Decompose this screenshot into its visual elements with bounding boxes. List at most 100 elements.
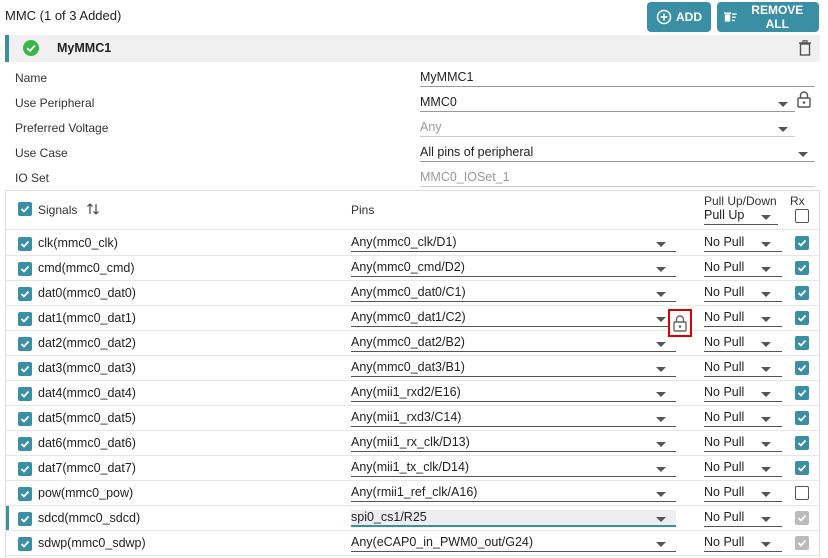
rx-checkbox[interactable] bbox=[795, 311, 809, 325]
signal-checkbox[interactable] bbox=[18, 237, 32, 251]
add-button[interactable]: ADD bbox=[647, 2, 711, 32]
pin-select[interactable]: Any(rmii1_ref_clk/A16) bbox=[351, 485, 676, 502]
signal-name: sdwp(mmc0_sdwp) bbox=[38, 536, 146, 550]
pin-select[interactable]: Any(mii1_rxd2/E16) bbox=[351, 385, 676, 402]
rx-checkbox[interactable] bbox=[795, 261, 809, 275]
chevron-down-icon bbox=[656, 467, 666, 472]
use-case-label: Use Case bbox=[15, 146, 68, 160]
chevron-down-icon bbox=[761, 417, 771, 422]
panel-header: MMC (1 of 3 Added) ADD REMOVE ALL bbox=[0, 0, 828, 32]
chevron-down-icon bbox=[761, 367, 771, 372]
rx-checkbox[interactable] bbox=[795, 486, 809, 500]
rx-checkbox[interactable] bbox=[795, 436, 809, 450]
chevron-down-icon bbox=[761, 517, 771, 522]
signal-checkbox[interactable] bbox=[18, 462, 32, 476]
pin-select[interactable]: Any(mmc0_cmd/D2) bbox=[351, 260, 676, 277]
rx-checkbox[interactable] bbox=[795, 386, 809, 400]
lock-icon[interactable] bbox=[797, 91, 811, 108]
pin-select[interactable]: Any(mii1_rx_clk/D13) bbox=[351, 435, 676, 452]
row-active-indicator bbox=[6, 506, 9, 531]
rx-checkbox[interactable] bbox=[795, 336, 809, 350]
rx-header: Rx bbox=[790, 194, 805, 208]
pin-select[interactable]: Any(mii1_tx_clk/D14) bbox=[351, 460, 676, 477]
chevron-down-icon bbox=[761, 267, 771, 272]
select-all-checkbox[interactable] bbox=[18, 202, 32, 216]
header-divider bbox=[6, 229, 819, 230]
pin-select[interactable]: Any(mii1_rxd3/C14) bbox=[351, 410, 676, 427]
signal-name: pow(mmc0_pow) bbox=[38, 486, 134, 500]
rx-checkbox-disabled bbox=[795, 536, 809, 550]
pin-select[interactable]: Any(mmc0_dat3/B1) bbox=[351, 360, 676, 377]
row-divider bbox=[6, 280, 819, 281]
preferred-voltage-label: Preferred Voltage bbox=[15, 121, 109, 135]
pins-header: Pins bbox=[351, 203, 375, 217]
chevron-down-icon bbox=[778, 127, 788, 132]
chevron-down-icon bbox=[761, 242, 771, 247]
signal-name: dat2(mmc0_dat2) bbox=[38, 336, 136, 350]
signal-checkbox[interactable] bbox=[18, 287, 32, 301]
sort-icon[interactable] bbox=[86, 202, 100, 216]
row-divider bbox=[6, 530, 819, 531]
signal-name: dat7(mmc0_dat7) bbox=[38, 461, 136, 475]
signal-checkbox[interactable] bbox=[18, 387, 32, 401]
use-peripheral-label: Use Peripheral bbox=[15, 96, 95, 110]
pin-select[interactable]: Any(eCAP0_in_PWM0_out/G24) bbox=[351, 535, 676, 552]
pull-header: Pull Up/Down bbox=[704, 194, 777, 208]
row-divider bbox=[6, 455, 819, 456]
signal-checkbox[interactable] bbox=[18, 537, 32, 551]
pin-select[interactable]: Any(mmc0_clk/D1) bbox=[351, 235, 676, 252]
trash-icon[interactable] bbox=[798, 40, 812, 56]
add-label: ADD bbox=[676, 10, 702, 24]
row-divider bbox=[6, 305, 819, 306]
signal-name: dat0(mmc0_dat0) bbox=[38, 286, 136, 300]
pin-select[interactable]: Any(mmc0_dat0/C1) bbox=[351, 285, 676, 302]
chevron-down-icon bbox=[761, 292, 771, 297]
chevron-down-icon bbox=[656, 367, 666, 372]
signal-checkbox[interactable] bbox=[18, 362, 32, 376]
signal-checkbox[interactable] bbox=[18, 412, 32, 426]
signal-checkbox[interactable] bbox=[18, 512, 32, 526]
row-divider bbox=[6, 330, 819, 331]
rx-checkbox[interactable] bbox=[795, 286, 809, 300]
row-divider bbox=[6, 555, 819, 556]
signal-checkbox[interactable] bbox=[18, 487, 32, 501]
chevron-down-icon bbox=[656, 492, 666, 497]
chevron-down-icon bbox=[761, 392, 771, 397]
chevron-down-icon bbox=[761, 317, 771, 322]
signal-checkbox[interactable] bbox=[18, 437, 32, 451]
use-case-select[interactable]: All pins of peripheral bbox=[420, 145, 815, 162]
rx-checkbox-disabled bbox=[795, 511, 809, 525]
signal-checkbox[interactable] bbox=[18, 312, 32, 326]
row-divider bbox=[6, 480, 819, 481]
rx-checkbox[interactable] bbox=[795, 236, 809, 250]
name-field[interactable]: MyMMC1 bbox=[420, 70, 815, 87]
rx-all-checkbox[interactable] bbox=[795, 209, 809, 223]
use-peripheral-select[interactable]: MMC0 bbox=[420, 95, 795, 112]
chevron-down-icon bbox=[798, 152, 808, 157]
instance-row[interactable]: MyMMC1 bbox=[5, 35, 820, 62]
signal-checkbox[interactable] bbox=[18, 262, 32, 276]
chevron-down-icon bbox=[761, 442, 771, 447]
chevron-down-icon bbox=[656, 417, 666, 422]
chevron-down-icon bbox=[761, 492, 771, 497]
rx-checkbox[interactable] bbox=[795, 361, 809, 375]
row-divider bbox=[6, 430, 819, 431]
chevron-down-icon bbox=[656, 517, 666, 522]
rx-checkbox[interactable] bbox=[795, 411, 809, 425]
row-divider bbox=[6, 255, 819, 256]
rx-checkbox[interactable] bbox=[795, 461, 809, 475]
preferred-voltage-select[interactable]: Any bbox=[420, 120, 795, 137]
pin-select[interactable]: Any(mmc0_dat2/B2) bbox=[351, 335, 676, 352]
row-divider bbox=[6, 355, 819, 356]
name-label: Name bbox=[15, 71, 48, 85]
pin-select[interactable]: Any(mmc0_dat1/C2) bbox=[351, 310, 676, 327]
plus-circle-icon bbox=[656, 9, 672, 25]
remove-all-button[interactable]: REMOVE ALL bbox=[717, 2, 819, 32]
signal-name: dat4(mmc0_dat4) bbox=[38, 386, 136, 400]
signal-checkbox[interactable] bbox=[18, 337, 32, 351]
pin-lock-button[interactable] bbox=[668, 309, 692, 337]
pin-select[interactable]: spi0_cs1/R25 bbox=[351, 510, 676, 527]
signals-header: Signals bbox=[38, 203, 78, 217]
delete-sweep-icon bbox=[723, 12, 737, 22]
signal-name: sdcd(mmc0_sdcd) bbox=[38, 511, 141, 525]
